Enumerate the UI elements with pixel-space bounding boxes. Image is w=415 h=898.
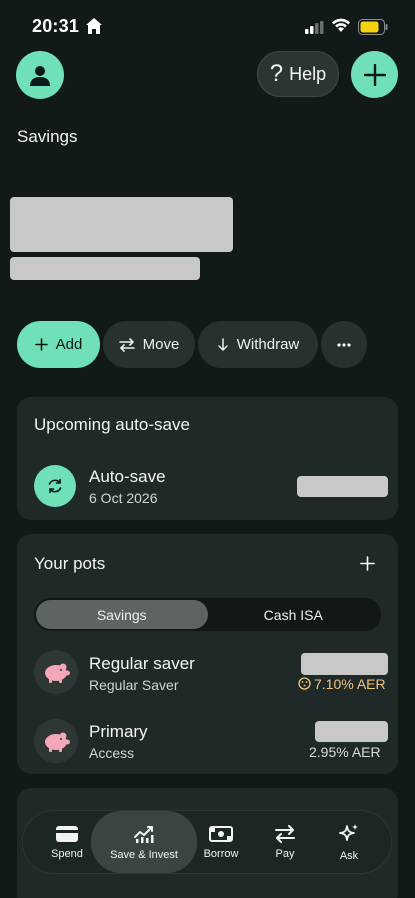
- cash-icon: [209, 825, 233, 842]
- pot-balance-redacted: [315, 721, 388, 742]
- auto-save-date: 6 Oct 2026: [89, 490, 158, 506]
- growth-chart-icon: [134, 825, 154, 843]
- transfer-icon: [275, 824, 295, 843]
- nav-borrow-label: Borrow: [203, 847, 239, 860]
- nav-save-invest[interactable]: Save & Invest: [91, 811, 197, 873]
- more-dots-icon: [337, 342, 351, 347]
- move-label: Move: [142, 336, 180, 353]
- piggy-bank-icon: [34, 719, 78, 763]
- profile-button[interactable]: [16, 51, 64, 99]
- arrow-down-icon: [217, 337, 228, 351]
- add-label: Add: [55, 336, 83, 353]
- pot-rate: 2.95% AER: [309, 744, 381, 760]
- tab-cash-isa[interactable]: Cash ISA: [208, 600, 380, 629]
- nav-borrow[interactable]: Borrow: [191, 811, 251, 873]
- refresh-icon: [48, 478, 62, 494]
- swap-icon: [118, 337, 135, 352]
- pot-type: Access: [89, 745, 135, 761]
- move-button[interactable]: Move: [103, 321, 195, 368]
- home-icon: [86, 18, 102, 34]
- nav-ask[interactable]: Ask: [319, 811, 379, 873]
- status-time: 20:31: [32, 16, 80, 36]
- balance-sub-redacted: [10, 257, 200, 280]
- pot-rate: 7.10% AER: [314, 676, 386, 692]
- more-button[interactable]: [321, 321, 367, 368]
- plus-icon: [34, 338, 48, 351]
- help-label: Help: [289, 63, 327, 84]
- bonus-icon: [298, 677, 311, 690]
- pots-title: Your pots: [34, 554, 106, 573]
- auto-save-title[interactable]: Auto-save: [89, 467, 166, 487]
- piggy-bank-icon: [34, 650, 78, 694]
- wifi-icon: [332, 18, 350, 32]
- card-icon: [56, 825, 78, 842]
- nav-ask-label: Ask: [339, 849, 359, 862]
- nav-save-invest-label: Save & Invest: [110, 848, 178, 861]
- add-button[interactable]: Add: [17, 321, 100, 368]
- signal-icon: [305, 21, 324, 34]
- pots-tabs: Savings Cash ISA: [34, 598, 381, 631]
- auto-save-amount-redacted: [297, 476, 388, 497]
- sparkle-icon: [339, 823, 358, 841]
- pot-name[interactable]: Primary: [89, 722, 148, 742]
- auto-save-icon: [34, 465, 76, 507]
- withdraw-label: Withdraw: [236, 336, 300, 353]
- help-button[interactable]: ? Help: [257, 51, 339, 97]
- withdraw-button[interactable]: Withdraw: [198, 321, 318, 368]
- pot-balance-redacted: [301, 653, 388, 675]
- pot-name[interactable]: Regular saver: [89, 654, 195, 674]
- bottom-nav: Spend Save & Invest Borrow Pay Ask: [22, 810, 392, 874]
- nav-spend[interactable]: Spend: [37, 811, 97, 873]
- nav-pay-label: Pay: [275, 847, 295, 860]
- person-icon: [30, 66, 50, 86]
- upcoming-title: Upcoming auto-save: [34, 415, 190, 434]
- plus-icon: [363, 63, 386, 86]
- tab-savings[interactable]: Savings: [36, 600, 208, 629]
- nav-pay[interactable]: Pay: [255, 811, 315, 873]
- nav-spend-label: Spend: [51, 847, 83, 860]
- battery-icon: [358, 19, 388, 35]
- balance-redacted: [10, 197, 233, 252]
- page-title: Savings: [17, 127, 78, 146]
- add-top-button[interactable]: [351, 51, 398, 98]
- add-pot-icon[interactable]: [360, 556, 375, 571]
- question-icon: ?: [269, 60, 284, 87]
- pot-type: Regular Saver: [89, 677, 179, 693]
